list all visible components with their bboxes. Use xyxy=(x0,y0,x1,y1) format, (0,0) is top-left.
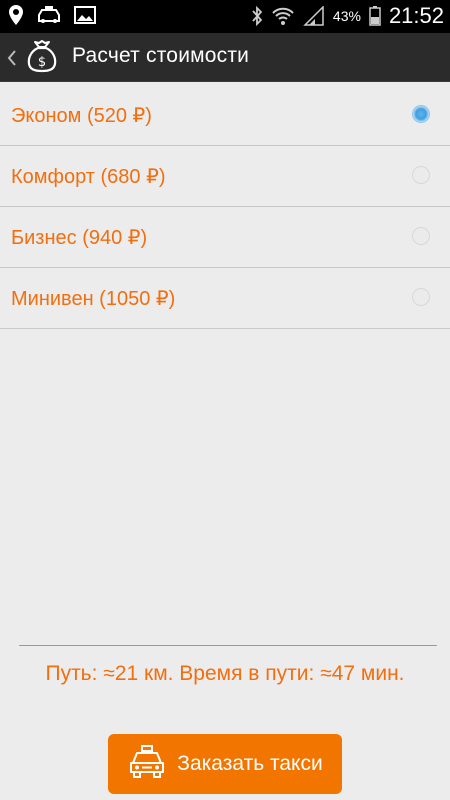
route-info: Путь: ≈21 км. Время в пути: ≈47 мин. xyxy=(45,662,405,685)
tariff-label: Минивен (1050 ₽) xyxy=(11,287,176,310)
radio-button[interactable] xyxy=(412,166,430,184)
tariff-row-business[interactable]: Бизнес (940 ₽) xyxy=(0,207,450,268)
back-button[interactable]: $ xyxy=(4,39,66,75)
battery-icon xyxy=(369,6,381,26)
order-taxi-button[interactable]: Заказать такси xyxy=(108,734,342,794)
tariff-list: Эконом (520 ₽) Комфорт (680 ₽) Бизнес (9… xyxy=(0,85,450,329)
wifi-icon xyxy=(271,6,295,26)
tariff-row-economy[interactable]: Эконом (520 ₽) xyxy=(0,85,450,146)
money-bag-icon: $ xyxy=(24,38,60,79)
taxi-car-icon xyxy=(36,5,62,25)
status-bar: 43% 21:52 xyxy=(0,0,450,33)
svg-text:$: $ xyxy=(38,55,46,70)
action-bar: $ Расчет стоимости xyxy=(0,33,450,82)
tariff-row-comfort[interactable]: Комфорт (680 ₽) xyxy=(0,146,450,207)
page-title: Расчет стоимости xyxy=(72,44,250,67)
battery-percent: 43% xyxy=(332,8,361,24)
chevron-left-icon xyxy=(4,48,20,68)
taxi-icon xyxy=(127,744,167,785)
tariff-row-minivan[interactable]: Минивен (1050 ₽) xyxy=(0,268,450,329)
image-icon xyxy=(74,6,96,24)
bluetooth-icon xyxy=(251,6,263,26)
radio-button[interactable] xyxy=(412,288,430,306)
location-pin-icon xyxy=(8,4,24,26)
divider xyxy=(19,645,437,646)
radio-button[interactable] xyxy=(412,227,430,245)
radio-button[interactable] xyxy=(412,105,430,123)
clock: 21:52 xyxy=(388,3,444,28)
tariff-label: Эконом (520 ₽) xyxy=(11,104,152,127)
order-button-label: Заказать такси xyxy=(177,752,323,775)
tariff-label: Комфорт (680 ₽) xyxy=(11,165,166,188)
signal-icon xyxy=(303,6,325,26)
tariff-label: Бизнес (940 ₽) xyxy=(11,226,148,249)
